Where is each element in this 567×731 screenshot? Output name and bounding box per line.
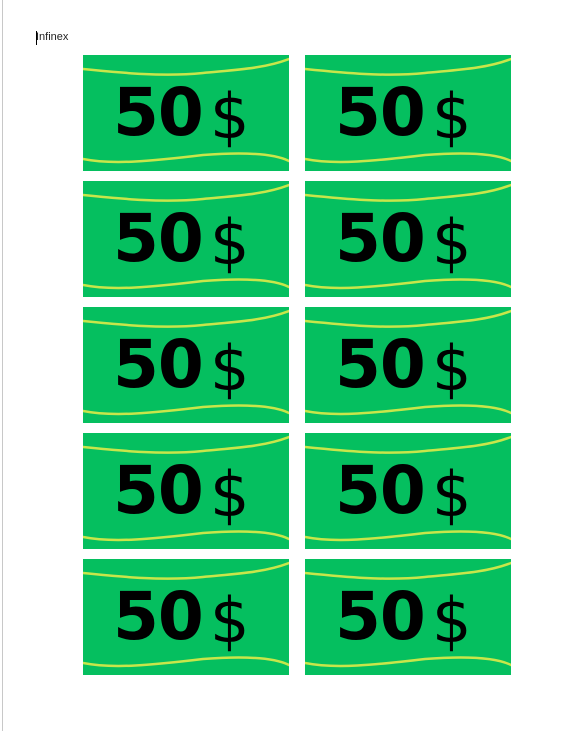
bill-card: 50 $ [83, 55, 289, 171]
bill-amount: 50 [113, 74, 204, 151]
bill-currency-symbol: $ [210, 584, 250, 657]
bill-card: 50 $ [83, 559, 289, 675]
bill-currency-symbol: $ [210, 332, 250, 405]
bill-currency-symbol: $ [432, 206, 472, 279]
bill-currency-symbol: $ [432, 80, 472, 153]
bill-card: 50 $ [83, 433, 289, 549]
bill-amount: 50 [335, 578, 426, 655]
bill-amount: 50 [113, 200, 204, 277]
bill-currency-symbol: $ [210, 80, 250, 153]
bill-currency-symbol: $ [432, 332, 472, 405]
bill-amount: 50 [335, 452, 426, 529]
header-text[interactable]: Infinex [36, 31, 68, 43]
bill-card: 50 $ [305, 307, 511, 423]
bill-amount: 50 [113, 452, 204, 529]
bill-card: 50 $ [305, 559, 511, 675]
bill-amount: 50 [335, 326, 426, 403]
bill-card: 50 $ [305, 181, 511, 297]
bill-amount: 50 [335, 74, 426, 151]
bill-currency-symbol: $ [210, 458, 250, 531]
bill-amount: 50 [335, 200, 426, 277]
bill-currency-symbol: $ [210, 206, 250, 279]
bill-card: 50 $ [305, 433, 511, 549]
bill-grid: 50 $50 $50 $50 $50 $50 $50 $50 $50 $50 $ [83, 55, 511, 675]
bill-card: 50 $ [305, 55, 511, 171]
bill-card: 50 $ [83, 307, 289, 423]
bill-currency-symbol: $ [432, 584, 472, 657]
bill-card: 50 $ [83, 181, 289, 297]
bill-amount: 50 [113, 326, 204, 403]
bill-currency-symbol: $ [432, 458, 472, 531]
bill-amount: 50 [113, 578, 204, 655]
page-left-border [2, 0, 3, 731]
